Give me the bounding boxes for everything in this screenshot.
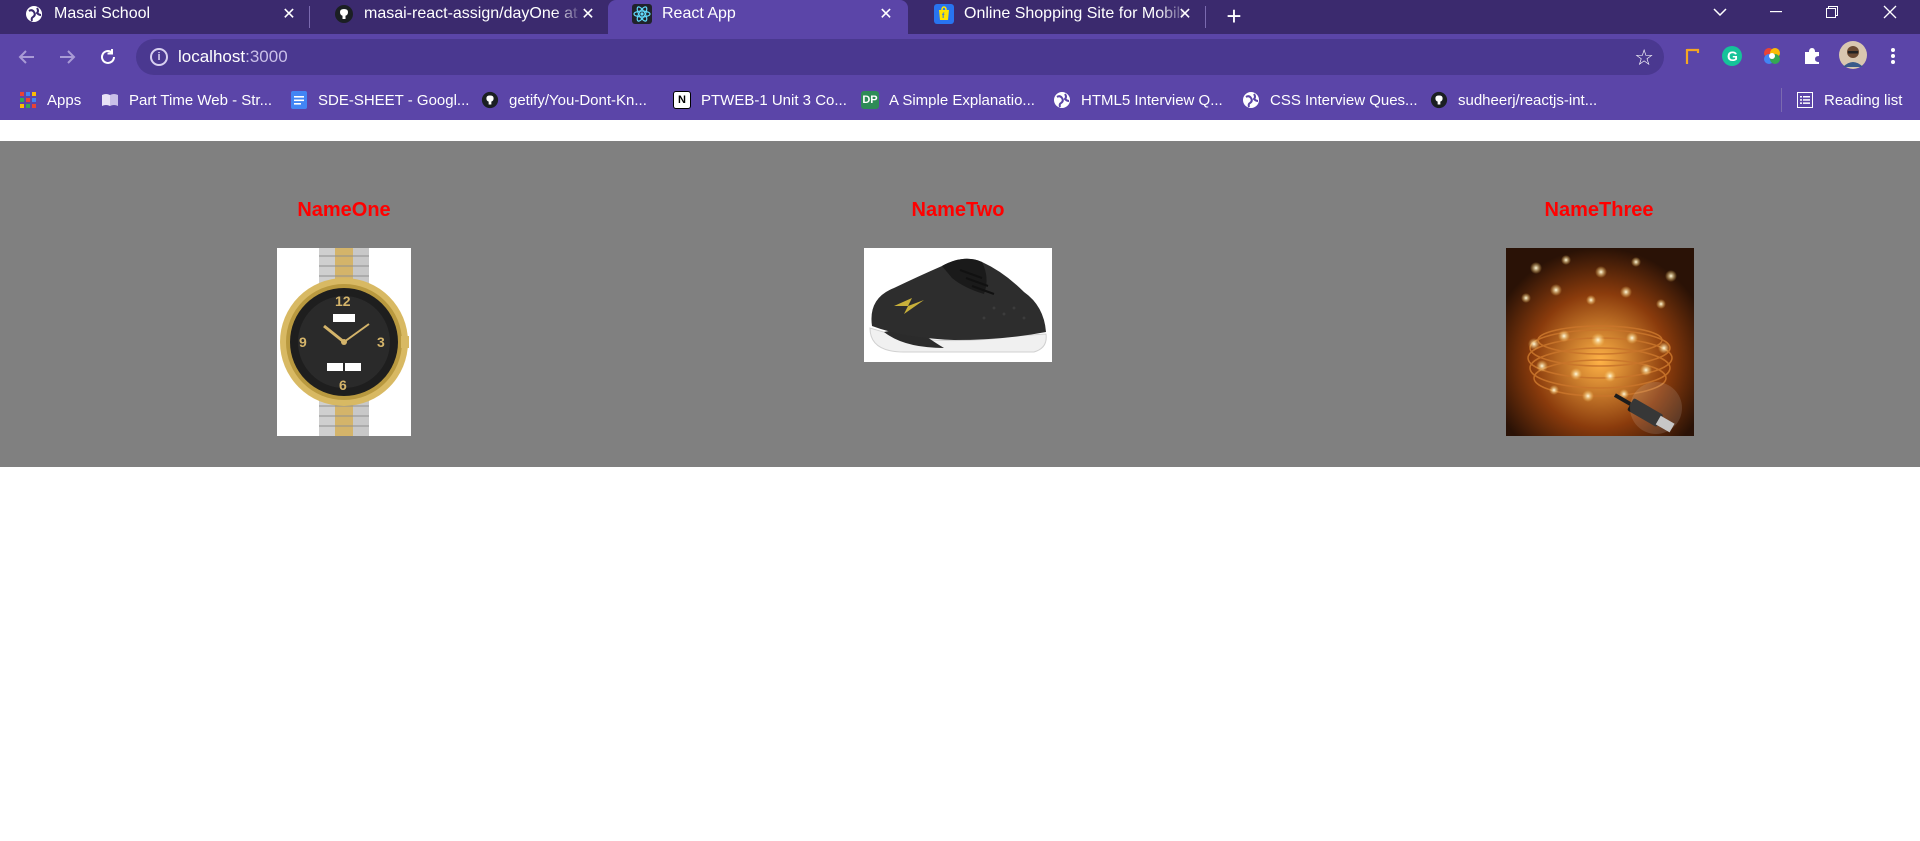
bookmark-apps[interactable]: Apps [19,88,81,112]
tab-title: Online Shopping Site for Mobiles [964,5,1184,22]
bookmark-css-interview[interactable]: CSS Interview Ques... [1242,88,1418,112]
site-info-icon[interactable]: i [150,48,168,66]
bookmark-html5-interview[interactable]: HTML5 Interview Q... [1053,88,1223,112]
bookmark-sde-sheet[interactable]: SDE-SHEET - Googl... [290,88,469,112]
tab-online-shopping[interactable]: f Online Shopping Site for Mobiles ✕ [910,0,1206,34]
sneaker-image [864,248,1052,362]
bookmark-label: A Simple Explanatio... [889,91,1035,109]
svg-text:9: 9 [299,334,307,350]
book-icon [101,91,119,109]
address-bar[interactable]: i localhost:3000 ☆ [136,39,1664,75]
reading-list-label: Reading list [1824,91,1903,109]
notion-icon: N [673,91,691,109]
reading-list-icon [1796,91,1814,109]
bookmark-getify[interactable]: getify/You-Dont-Kn... [481,88,647,112]
close-tab-icon[interactable]: ✕ [278,3,300,25]
url-text: localhost:3000 [178,47,288,66]
bookmark-sudheerj[interactable]: sudheerj/reactjs-int... [1430,88,1597,112]
google-docs-icon [290,91,308,109]
page-content: NameOne 12 3 6 9 NameTwo NameThree [0,120,1920,841]
svg-text:12: 12 [335,293,351,309]
globe-icon [1242,91,1260,109]
globe-icon [24,4,44,24]
back-button[interactable] [12,42,42,72]
products-container: NameOne 12 3 6 9 NameTwo NameThree [0,141,1920,467]
grammarly-icon[interactable]: G [1719,43,1745,69]
restore-icon[interactable] [1812,0,1852,24]
tab-search-icon[interactable] [1700,0,1740,24]
github-icon [1430,91,1448,109]
product-name: NameTwo [911,199,1005,221]
bookmark-label: HTML5 Interview Q... [1081,91,1223,109]
tab-title: React App [662,5,736,22]
minimize-icon[interactable] [1756,0,1796,24]
close-window-icon[interactable] [1870,0,1910,24]
bookmark-simple-explanation[interactable]: DP A Simple Explanatio... [861,88,1035,112]
extensions-puzzle-icon[interactable] [1799,43,1825,69]
tab-masai-school[interactable]: Masai School ✕ [0,0,306,34]
bookmark-label: getify/You-Dont-Kn... [509,91,647,109]
tab-masai-react-assign[interactable]: masai-react-assign/dayOne at ma [310,0,606,34]
bookmarks-separator [1781,88,1782,112]
wristwatch-image: 12 3 6 9 [277,248,411,436]
flipkart-icon: f [934,4,954,24]
bookmark-part-time-web[interactable]: Part Time Web - Str... [101,88,272,112]
svg-text:3: 3 [377,334,385,350]
bookmark-label: SDE-SHEET - Googl... [318,91,470,109]
close-tab-icon[interactable]: ✕ [577,3,599,25]
flag-extension-icon[interactable] [1680,43,1706,69]
github-icon [481,91,499,109]
fairy-lights-image [1506,248,1694,436]
dp-icon: DP [861,91,879,109]
bookmark-label: sudheerj/reactjs-int... [1458,91,1598,109]
color-picker-icon[interactable] [1759,43,1785,69]
tab-title: Masai School [54,5,151,22]
new-tab-button[interactable]: + [1220,1,1248,31]
bookmark-label: Apps [47,91,82,109]
bookmarks-bar: Apps Part Time Web - Str... SDE-SHEET - … [0,80,1920,120]
chrome-menu-icon[interactable] [1880,43,1906,69]
bookmark-label: CSS Interview Ques... [1270,91,1418,109]
svg-text:G: G [1727,48,1738,64]
bookmark-star-icon[interactable]: ☆ [1634,45,1654,71]
tab-title: masai-react-assign/dayOne at ma [364,5,584,22]
bookmark-label: PTWEB-1 Unit 3 Co... [701,91,847,109]
close-tab-icon[interactable]: ✕ [1174,3,1196,25]
product-name: NameOne [297,199,391,221]
globe-icon [1053,91,1071,109]
reload-button[interactable] [93,42,123,72]
apps-grid-icon [19,91,37,109]
forward-button[interactable] [52,42,82,72]
bookmark-label: Part Time Web - Str... [129,91,273,109]
bookmark-ptweb[interactable]: N PTWEB-1 Unit 3 Co... [673,88,847,112]
browser-toolbar: i localhost:3000 ☆ G [0,34,1920,80]
tab-strip: Masai School ✕ masai-react-assign/dayOne… [0,0,1920,34]
close-tab-icon[interactable]: ✕ [875,3,897,25]
tab-react-app[interactable]: React App ✕ [608,0,908,34]
github-icon [334,4,354,24]
svg-text:6: 6 [339,377,347,393]
tab-separator [1205,6,1206,28]
product-name: NameThree [1544,199,1654,221]
profile-avatar[interactable] [1838,40,1868,70]
reading-list-button[interactable]: Reading list [1796,88,1902,112]
react-icon [632,4,652,24]
